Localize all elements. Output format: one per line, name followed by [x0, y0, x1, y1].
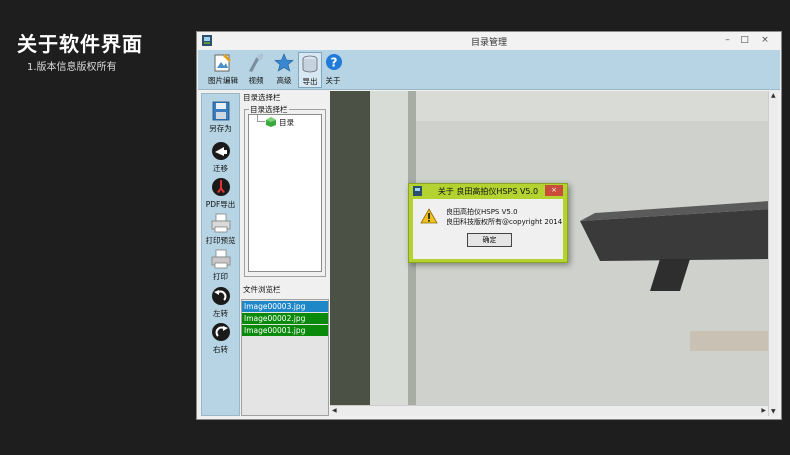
dialog-version-text: 良田高拍仪HSPS V5.0 [446, 208, 518, 216]
directory-panel-header: 目录选择栏 [243, 93, 281, 102]
maximize-button[interactable]: □ [736, 33, 753, 47]
dialog-close-button[interactable]: × [545, 185, 563, 196]
toolbar-about[interactable]: ? 关于 [324, 52, 342, 88]
svg-text:?: ? [331, 56, 338, 70]
vertical-scrollbar[interactable]: ▲ ▼ [768, 91, 778, 416]
app-window: 目录管理 – □ × 图片编辑 视频 高级 导出 ? 关于 另存为 迁移 PDF… [196, 31, 782, 420]
leftbar-migrate[interactable]: 迁移 [202, 140, 239, 174]
rotate-right-icon [211, 323, 230, 341]
directory-tree[interactable]: 目录 [248, 114, 322, 272]
leftbar-rotate-right[interactable]: 右转 [202, 321, 239, 355]
toolbar-export[interactable]: 导出 [298, 52, 322, 88]
print-preview-icon [211, 213, 230, 233]
leftbar-pdf-export[interactable]: PDF导出 [202, 176, 239, 210]
dialog-title: 关于 良田高拍仪HSPS V5.0 [437, 187, 539, 196]
print-icon [211, 249, 230, 269]
save-as-icon [212, 101, 229, 121]
migrate-icon [211, 142, 230, 160]
toolbar-video[interactable]: 视频 [244, 52, 268, 88]
file-panel-header: 文件浏览栏 [243, 285, 281, 294]
page-title: 关于软件界面 [17, 32, 143, 56]
dialog-body: 良田高拍仪HSPS V5.0 良田科技版权所有@copyright 2014 确… [413, 199, 563, 259]
toolbar: 图片编辑 视频 高级 导出 ? 关于 [198, 50, 780, 90]
rotate-left-icon [211, 287, 230, 305]
tree-connector [257, 121, 265, 122]
file-list-item[interactable]: Image00003.jpg [242, 301, 328, 312]
left-toolbar: 另存为 迁移 PDF导出 打印预览 打印 左转 右转 [201, 93, 240, 416]
page-subtitle: 1.版本信息版权所有 [27, 62, 117, 73]
warning-icon [420, 208, 438, 224]
about-dialog: 关于 良田高拍仪HSPS V5.0 × 良田高拍仪HSPS V5.0 良田科技版… [408, 183, 568, 263]
horizontal-scrollbar[interactable]: ◀ ▶ [330, 405, 768, 416]
star-icon [274, 53, 294, 72]
ok-button[interactable]: 确定 [467, 233, 512, 247]
export-icon [302, 55, 318, 73]
leftbar-print-preview[interactable]: 打印预览 [202, 212, 239, 246]
scroll-down-icon[interactable]: ▼ [771, 408, 776, 415]
image-edit-icon [214, 54, 231, 72]
toolbar-image-edit[interactable]: 图片编辑 [208, 52, 238, 88]
directory-groupbox: 目录选择栏 目录 [244, 104, 326, 277]
scroll-left-icon[interactable]: ◀ [332, 407, 337, 414]
folder-icon [266, 117, 276, 127]
tree-node-root[interactable]: 目录 [279, 117, 294, 128]
help-icon: ? [326, 54, 342, 70]
window-titlebar[interactable]: 目录管理 – □ × [197, 32, 781, 50]
video-icon [249, 54, 263, 72]
leftbar-print[interactable]: 打印 [202, 248, 239, 282]
side-panel: 目录选择栏 目录选择栏 目录 文件浏览栏 Image00003.jpg Imag… [241, 91, 329, 416]
pdf-export-icon [211, 178, 230, 196]
window-title: 目录管理 [470, 38, 507, 48]
scroll-up-icon[interactable]: ▲ [771, 92, 776, 99]
file-list: Image00003.jpg Image00002.jpg Image00001… [241, 299, 329, 416]
file-list-item[interactable]: Image00002.jpg [242, 313, 328, 324]
close-button[interactable]: × [753, 33, 777, 47]
toolbar-advanced[interactable]: 高级 [272, 52, 296, 88]
dialog-copyright-text: 良田科技版权所有@copyright 2014 [446, 218, 563, 226]
leftbar-save-as[interactable]: 另存为 [202, 100, 239, 134]
file-list-item[interactable]: Image00001.jpg [242, 325, 328, 336]
minimize-button[interactable]: – [719, 33, 736, 47]
scroll-right-icon[interactable]: ▶ [761, 407, 766, 414]
leftbar-rotate-left[interactable]: 左转 [202, 285, 239, 319]
